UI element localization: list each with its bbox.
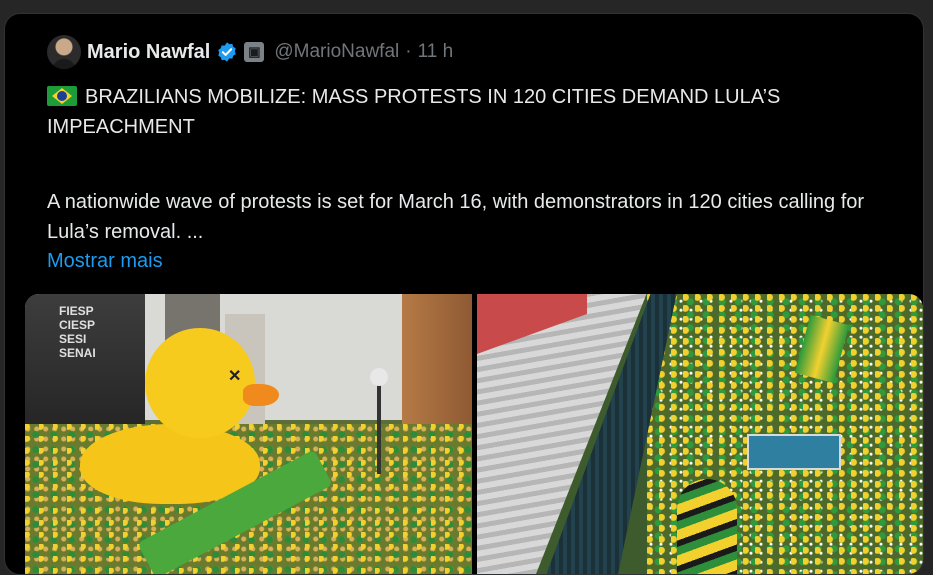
sound-truck: [746, 434, 841, 470]
tweet-header: Mario Nawfal ▣ @MarioNawfal · 11 h: [47, 35, 453, 69]
timestamp[interactable]: 11 h: [418, 41, 454, 63]
sign-line: CIESP: [59, 318, 96, 332]
tweet-headline: BRAZILIANS MOBILIZE: MASS PROTESTS IN 12…: [47, 82, 907, 142]
affiliate-badge-icon[interactable]: ▣: [244, 42, 265, 62]
headline-text: BRAZILIANS MOBILIZE: MASS PROTESTS IN 12…: [47, 86, 781, 138]
show-more-link[interactable]: Mostrar mais: [47, 250, 163, 273]
avatar[interactable]: [47, 35, 81, 69]
sign-line: FIESP: [59, 304, 94, 318]
tweet-card[interactable]: Mario Nawfal ▣ @MarioNawfal · 11 h BRAZI…: [4, 13, 924, 575]
separator-dot: ·: [405, 41, 412, 62]
sign-line: SESI: [59, 332, 87, 346]
author-handle[interactable]: @MarioNawfal: [274, 41, 399, 63]
tweet-body: A nationwide wave of protests is set for…: [47, 191, 865, 243]
inflatable-duck-eye: ✕: [228, 368, 242, 385]
tweet-media: FIESP CIESP SESI SENAI ✕: [25, 294, 923, 574]
fiesp-sign: FIESP CIESP SESI SENAI: [59, 304, 96, 360]
street-lamp: [370, 368, 388, 474]
brazil-flag-icon: [47, 86, 77, 106]
building: [401, 294, 472, 434]
protest-photo-aerial[interactable]: [476, 294, 923, 574]
author-name[interactable]: Mario Nawfal: [87, 41, 210, 64]
protest-photo-duck[interactable]: FIESP CIESP SESI SENAI ✕: [25, 294, 472, 574]
large-flag: [676, 479, 737, 574]
sign-line: SENAI: [59, 346, 96, 360]
verified-badge-icon: [218, 42, 237, 62]
inflatable-duck-beak: [243, 384, 279, 406]
